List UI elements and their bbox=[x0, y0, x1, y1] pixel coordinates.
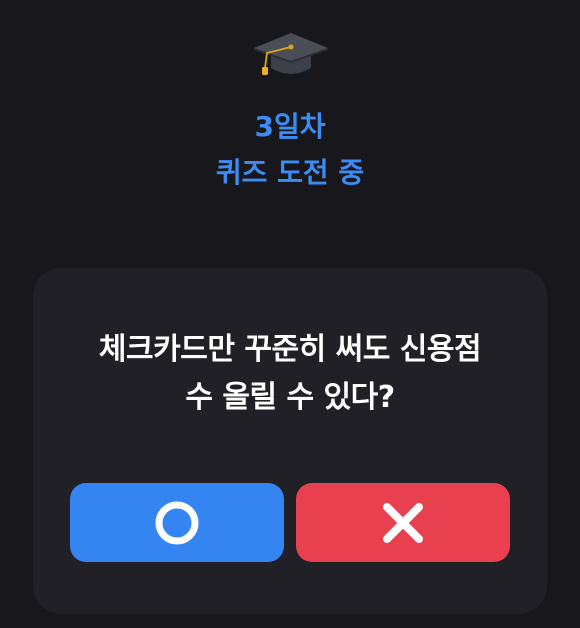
quiz-card: 체크카드만 꾸준히 써도 신용점 수 올릴 수 있다? bbox=[33, 268, 547, 614]
graduation-cap-icon bbox=[254, 33, 328, 75]
quiz-header: 3일차 퀴즈 도전 중 bbox=[0, 104, 580, 196]
o-button[interactable] bbox=[70, 483, 284, 562]
x-icon bbox=[383, 502, 423, 543]
x-button[interactable] bbox=[296, 483, 510, 562]
circle-icon bbox=[155, 501, 199, 544]
status-label: 퀴즈 도전 중 bbox=[215, 156, 365, 189]
question-line-2: 수 올릴 수 있다? bbox=[185, 380, 395, 415]
quiz-question: 체크카드만 꾸준히 써도 신용점 수 올릴 수 있다? bbox=[33, 326, 547, 422]
day-label: 3일차 bbox=[254, 110, 326, 143]
quiz-screen: 3일차 퀴즈 도전 중 체크카드만 꾸준히 써도 신용점 수 올릴 수 있다? bbox=[0, 0, 580, 628]
question-line-1: 체크카드만 꾸준히 써도 신용점 bbox=[98, 332, 482, 367]
